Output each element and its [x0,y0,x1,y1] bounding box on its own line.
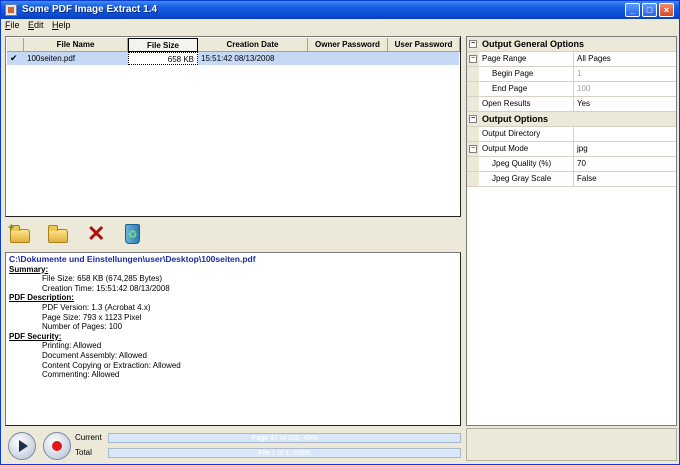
file-info-panel[interactable]: C:\Dokumente und Einstellungen\user\Desk… [5,252,461,426]
app-window: Some PDF Image Extract 1.4 _ □ × File Ed… [0,0,680,465]
collapse-icon[interactable]: − [469,115,477,123]
file-path: C:\Dokumente und Einstellungen\user\Desk… [9,254,256,264]
maximize-button[interactable]: □ [642,3,657,17]
open-folder-button[interactable] [45,222,71,246]
property-label: Output Directory [480,127,574,141]
total-progress-bar: File 1 of 1, 100% [108,448,461,458]
property-label: Begin Page [480,67,574,81]
delete-button[interactable]: ✕ [83,222,109,246]
property-output-mode[interactable]: − Output Mode jpg [467,142,676,157]
column-header-creation-date[interactable]: Creation Date [198,38,308,52]
recycle-icon: ♻ [125,224,140,244]
info-line: Commenting: Allowed [42,370,120,380]
property-value[interactable]: 70 [575,157,675,171]
info-line: Document Assembly: Allowed [42,350,147,360]
current-progress-bar: Page 47 of 100, 45% [108,433,461,443]
property-begin-page[interactable]: Begin Page 1 [467,67,676,82]
file-table[interactable]: File Name File Size Creation Date Owner … [5,36,461,217]
category-label: Output General Options [482,39,585,49]
window-title: Some PDF Image Extract 1.4 [22,4,158,15]
collapse-icon[interactable]: − [469,55,477,63]
property-open-results[interactable]: Open Results Yes [467,97,676,112]
collapse-icon[interactable]: − [469,40,477,48]
add-folder-button[interactable] [7,222,33,246]
property-value[interactable]: 100 [575,82,675,96]
cell-owner-password[interactable] [308,52,388,65]
summary-heading: Summary: [9,264,49,274]
menu-edit[interactable]: Edit [28,20,44,30]
delete-icon: ✕ [87,221,106,246]
toolbar: ✕ ♻ [5,221,461,249]
title-bar[interactable]: Some PDF Image Extract 1.4 _ □ × [1,1,679,19]
column-header-check[interactable] [7,38,24,52]
property-value[interactable]: False [575,172,675,186]
property-description-panel [466,428,677,461]
start-button[interactable] [8,432,36,460]
property-jpeg-quality[interactable]: Jpeg Quality (%) 70 [467,157,676,172]
category-output-general[interactable]: − Output General Options [467,37,676,52]
info-line: Printing: Allowed [42,341,102,351]
current-progress-label: Current [75,433,102,442]
add-folder-icon [8,222,30,243]
app-icon[interactable] [5,4,17,16]
info-line: Content Copying or Extraction: Allowed [42,360,181,370]
property-grid[interactable]: − Output General Options − Page Range Al… [466,36,677,426]
close-button[interactable]: × [659,3,674,17]
property-label: End Page [480,82,574,96]
cell-user-password[interactable] [388,52,460,65]
info-line: PDF Version: 1.3 (Acrobat 4.x) [42,302,151,312]
category-label: Output Options [482,114,548,124]
menu-help[interactable]: Help [52,20,71,30]
column-header-file-name[interactable]: File Name [24,38,128,52]
security-heading: PDF Security: [9,331,62,341]
info-line: File Size: 658 KB (674,285 Bytes) [42,274,163,284]
property-output-directory[interactable]: Output Directory [467,127,676,142]
info-line: Number of Pages: 100 [42,322,123,332]
column-header-user-password[interactable]: User Password [388,38,460,52]
property-value[interactable]: 1 [575,67,675,81]
column-header-file-size[interactable]: File Size [128,38,198,52]
recycle-button[interactable]: ♻ [119,222,145,246]
cell-file-name: 100seiten.pdf [27,54,76,63]
cell-creation-date: 15:51:42 08/13/2008 [201,54,275,63]
collapse-icon[interactable]: − [469,145,477,153]
property-label: Open Results [480,97,574,111]
category-output-options[interactable]: − Output Options [467,112,676,127]
property-label: Output Mode [480,142,574,156]
menu-file[interactable]: File [5,20,20,30]
menu-bar: File Edit Help [1,19,679,33]
description-heading: PDF Description: [9,293,74,303]
total-progress-label: Total [75,448,92,457]
property-label: Jpeg Quality (%) [480,157,574,171]
row-checkbox[interactable]: ✔ [10,54,19,63]
cell-file-size: 658 KB [128,52,198,65]
property-end-page[interactable]: End Page 100 [467,82,676,97]
property-value[interactable]: Yes [575,97,675,111]
property-value[interactable]: jpg [575,142,675,156]
open-folder-icon [48,225,68,243]
property-value[interactable]: All Pages [575,52,675,66]
property-label: Jpeg Gray Scale [480,172,574,186]
property-page-range[interactable]: − Page Range All Pages [467,52,676,67]
info-line: Creation Time: 15:51:42 08/13/2008 [42,283,170,293]
info-line: Page Size: 793 x 1123 Pixel [42,312,142,322]
minimize-button[interactable]: _ [625,3,640,17]
property-jpeg-gray-scale[interactable]: Jpeg Gray Scale False [467,172,676,187]
column-header-owner-password[interactable]: Owner Password [308,38,388,52]
property-label: Page Range [480,52,574,66]
stop-button[interactable] [43,432,71,460]
